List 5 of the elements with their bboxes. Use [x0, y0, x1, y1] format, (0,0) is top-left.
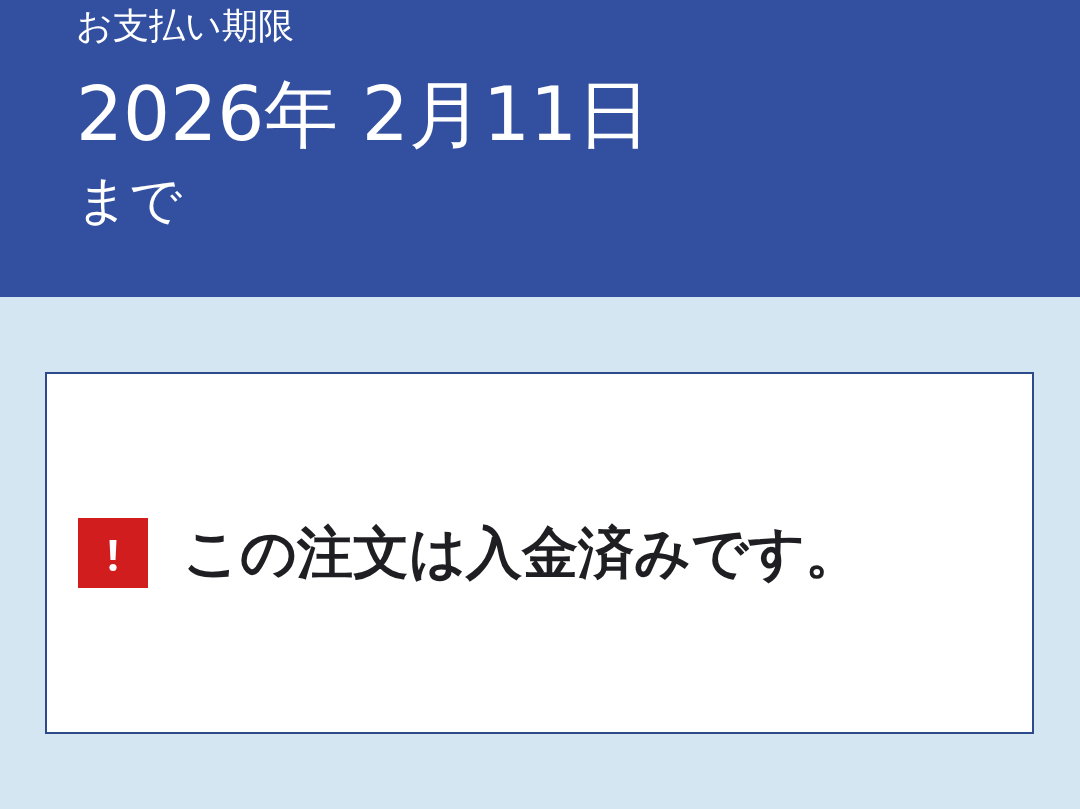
deadline-date: 2026年 2月11日	[76, 70, 652, 159]
deadline-label: お支払い期限	[76, 4, 294, 48]
alert-icon	[78, 518, 148, 588]
deadline-suffix: まで	[76, 169, 182, 232]
notice-message: この注文は入金済みです。	[183, 519, 861, 587]
